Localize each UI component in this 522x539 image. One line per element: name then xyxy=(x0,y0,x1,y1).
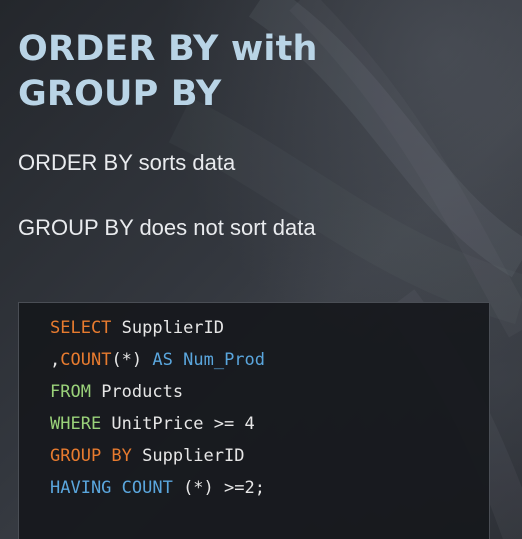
code-text: Products xyxy=(90,382,184,402)
bullet-order-by: ORDER BY sorts data xyxy=(18,150,236,175)
slide: ORDER BY with GROUP BY ORDER BY sorts da… xyxy=(0,0,522,539)
code-text: (*) xyxy=(111,350,153,370)
code-line-having: HAVING COUNT (*) >=2; xyxy=(50,477,265,499)
code-line-count: ,COUNT(*) AS Num_Prod xyxy=(50,349,265,371)
keyword-as: AS xyxy=(152,350,173,370)
code-text: , xyxy=(50,350,61,370)
slide-title-line-2: GROUP BY xyxy=(18,74,222,114)
code-line-where: WHERE UnitPrice >= 4 xyxy=(50,413,255,435)
keyword-group-by: GROUP BY xyxy=(50,446,132,466)
keyword-count: COUNT xyxy=(60,350,112,370)
code-line-select: SELECT SupplierID xyxy=(50,317,224,339)
slide-title: ORDER BY with GROUP BY xyxy=(18,27,498,117)
slide-title-line-1: ORDER BY with xyxy=(18,29,318,69)
code-text: (*) >=2; xyxy=(172,478,265,498)
code-line-from: FROM Products xyxy=(50,381,183,403)
sql-code-block: SELECT SupplierID ,COUNT(*) AS Num_Prod … xyxy=(18,302,490,539)
keyword-select: SELECT xyxy=(50,318,112,338)
code-text: SupplierID xyxy=(131,446,245,466)
code-line-group-by: GROUP BY SupplierID xyxy=(50,445,244,467)
keyword-from: FROM xyxy=(50,382,91,402)
code-text: UnitPrice >= 4 xyxy=(101,414,255,434)
code-text: SupplierID xyxy=(111,318,225,338)
alias-num-prod: Num_Prod xyxy=(183,350,266,370)
keyword-having-count: HAVING COUNT xyxy=(50,478,173,498)
bullet-group-by: GROUP BY does not sort data xyxy=(18,215,316,240)
keyword-where: WHERE xyxy=(50,414,102,434)
